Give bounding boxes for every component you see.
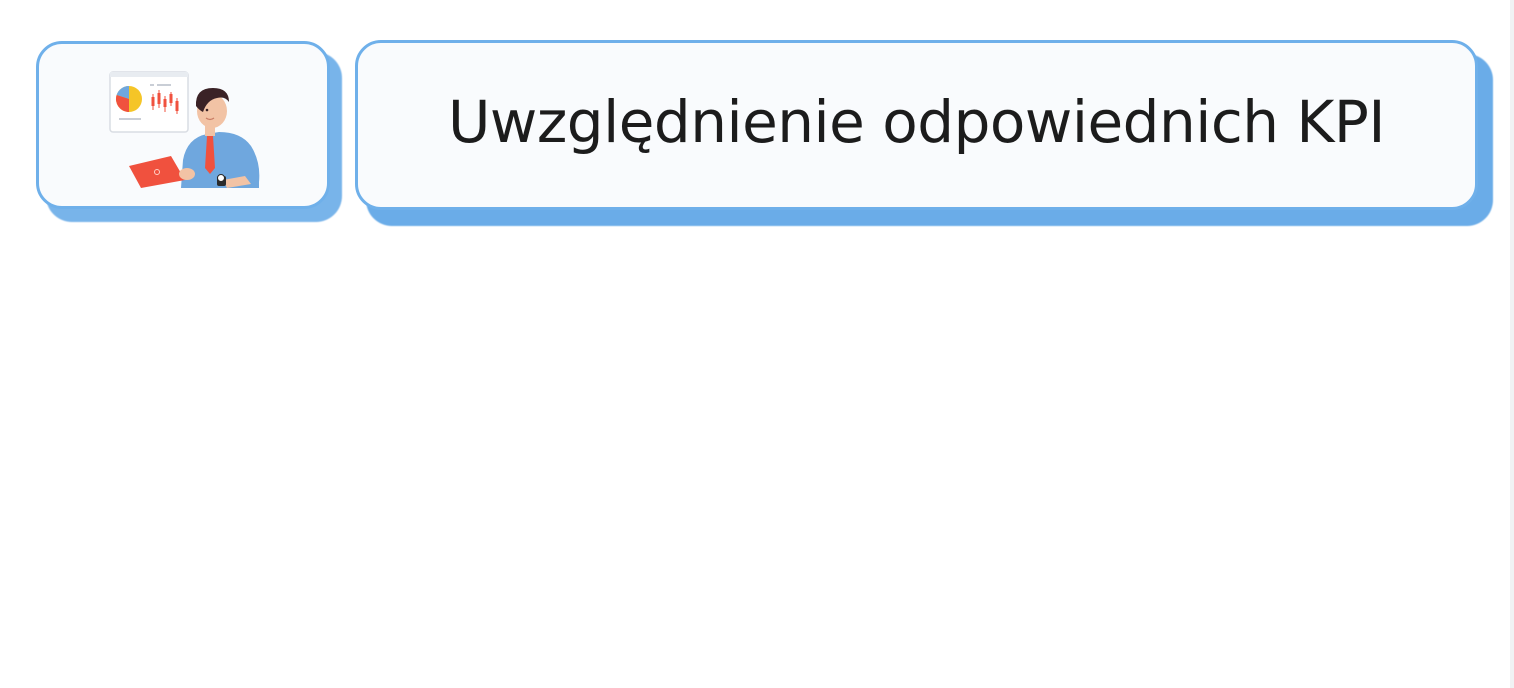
page-edge-divider [1510, 0, 1514, 688]
slide-title: Uwzględnienie odpowiednich KPI [447, 88, 1386, 156]
icon-card [36, 41, 330, 209]
title-card: Uwzględnienie odpowiednich KPI [355, 40, 1478, 210]
person-presenting-dashboard-icon [109, 71, 260, 188]
